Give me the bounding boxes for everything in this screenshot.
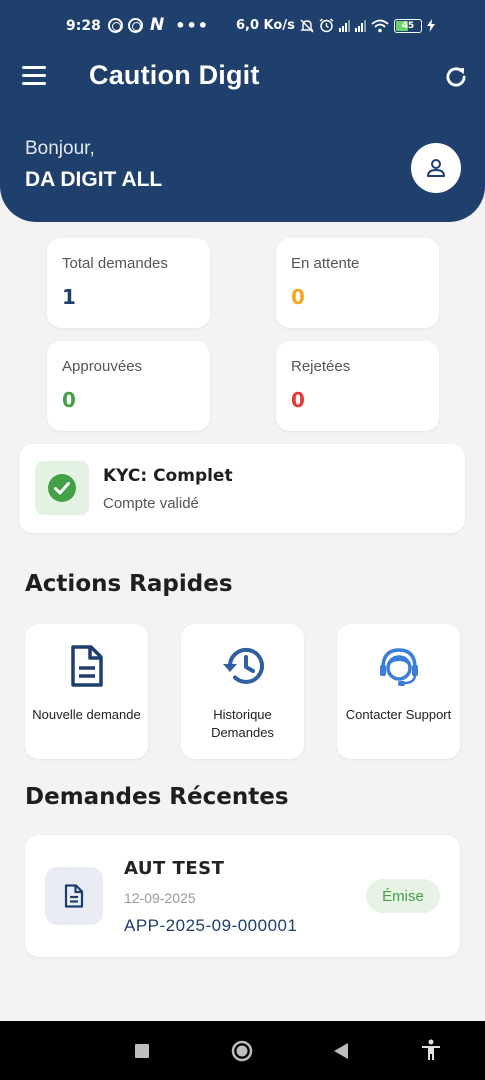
stat-label: Approuvées bbox=[62, 358, 143, 375]
stat-label: Total demandes bbox=[62, 255, 168, 272]
kyc-status-card: KYC: Complet Compte validé bbox=[19, 444, 465, 533]
signal-icon bbox=[354, 19, 366, 32]
check-circle-icon bbox=[48, 474, 76, 502]
status-bar: 9:28 N ••• 6,0 Ko/s 45 bbox=[0, 0, 485, 52]
wifi-icon bbox=[371, 19, 389, 32]
action-label: Historique Demandes bbox=[211, 707, 274, 740]
home-circle-icon[interactable] bbox=[231, 1040, 253, 1062]
action-icon-wrap bbox=[181, 644, 304, 692]
status-badge: Émise bbox=[366, 879, 440, 913]
recent-requests-title: Demandes Récentes bbox=[25, 784, 289, 810]
document-icon bbox=[64, 884, 84, 908]
action-label: Nouvelle demande bbox=[32, 707, 141, 722]
request-item[interactable]: AUT TEST 12-09-2025 APP-2025-09-000001 É… bbox=[25, 835, 460, 957]
kyc-subtitle: Compte validé bbox=[103, 495, 199, 512]
charging-icon bbox=[426, 19, 435, 32]
kyc-icon-box bbox=[35, 461, 89, 515]
action-icon-wrap bbox=[25, 644, 148, 692]
stat-value: 0 bbox=[291, 388, 305, 412]
target-icon bbox=[128, 17, 143, 33]
status-right-icons: 6,0 Ko/s 45 bbox=[236, 18, 435, 33]
quick-actions-title: Actions Rapides bbox=[25, 571, 233, 597]
alarm-icon bbox=[319, 18, 334, 33]
user-name: DA DIGIT ALL bbox=[25, 168, 163, 191]
stat-label: Rejetées bbox=[291, 358, 351, 375]
contact-support-button[interactable]: Contacter Support bbox=[337, 624, 460, 759]
back-triangle-icon[interactable] bbox=[333, 1042, 349, 1060]
new-request-button[interactable]: Nouvelle demande bbox=[25, 624, 148, 759]
stat-card-approved: Approuvées 0 bbox=[47, 341, 210, 431]
refresh-icon[interactable] bbox=[443, 64, 469, 90]
more-dots-icon: ••• bbox=[175, 15, 209, 35]
accessibility-icon[interactable] bbox=[421, 1039, 441, 1061]
app-header: 9:28 N ••• 6,0 Ko/s 45 Caution Digit Bon… bbox=[0, 0, 485, 222]
stat-label: En attente bbox=[291, 255, 360, 272]
app-bar: Caution Digit bbox=[0, 52, 485, 102]
action-label: Contacter Support bbox=[345, 707, 452, 722]
stat-value: 0 bbox=[291, 285, 305, 309]
battery-icon: 45 bbox=[393, 18, 422, 33]
menu-icon[interactable] bbox=[22, 66, 46, 86]
status-left-icons: N ••• bbox=[108, 15, 209, 35]
network-speed: 6,0 Ko/s bbox=[236, 18, 295, 33]
greeting-text: Bonjour, bbox=[25, 138, 95, 159]
recents-square-icon[interactable] bbox=[134, 1043, 150, 1059]
action-icon-wrap bbox=[337, 644, 460, 692]
stat-value: 0 bbox=[62, 388, 76, 412]
request-id: APP-2025-09-000001 bbox=[124, 916, 298, 935]
stat-card-total: Total demandes 1 bbox=[47, 238, 210, 328]
avatar[interactable] bbox=[411, 143, 461, 193]
history-button[interactable]: Historique Demandes bbox=[181, 624, 304, 759]
stat-card-pending: En attente 0 bbox=[276, 238, 439, 328]
n-app-icon: N bbox=[150, 15, 165, 35]
request-date: 12-09-2025 bbox=[124, 890, 196, 906]
signal-icon bbox=[338, 19, 350, 32]
system-nav-bar bbox=[0, 1021, 485, 1080]
stat-card-rejected: Rejetées 0 bbox=[276, 341, 439, 431]
status-time: 9:28 bbox=[66, 18, 101, 34]
request-title: AUT TEST bbox=[124, 858, 225, 879]
request-icon-box bbox=[45, 867, 103, 925]
mute-icon bbox=[300, 19, 314, 32]
stat-value: 1 bbox=[62, 285, 76, 309]
app-title: Caution Digit bbox=[89, 60, 260, 90]
history-icon bbox=[222, 647, 264, 684]
kyc-title: KYC: Complet bbox=[103, 466, 233, 486]
battery-level: 45 bbox=[401, 20, 415, 31]
target-icon bbox=[108, 17, 123, 33]
person-icon bbox=[427, 159, 445, 177]
document-icon bbox=[70, 645, 103, 687]
support-agent-icon bbox=[379, 648, 418, 686]
